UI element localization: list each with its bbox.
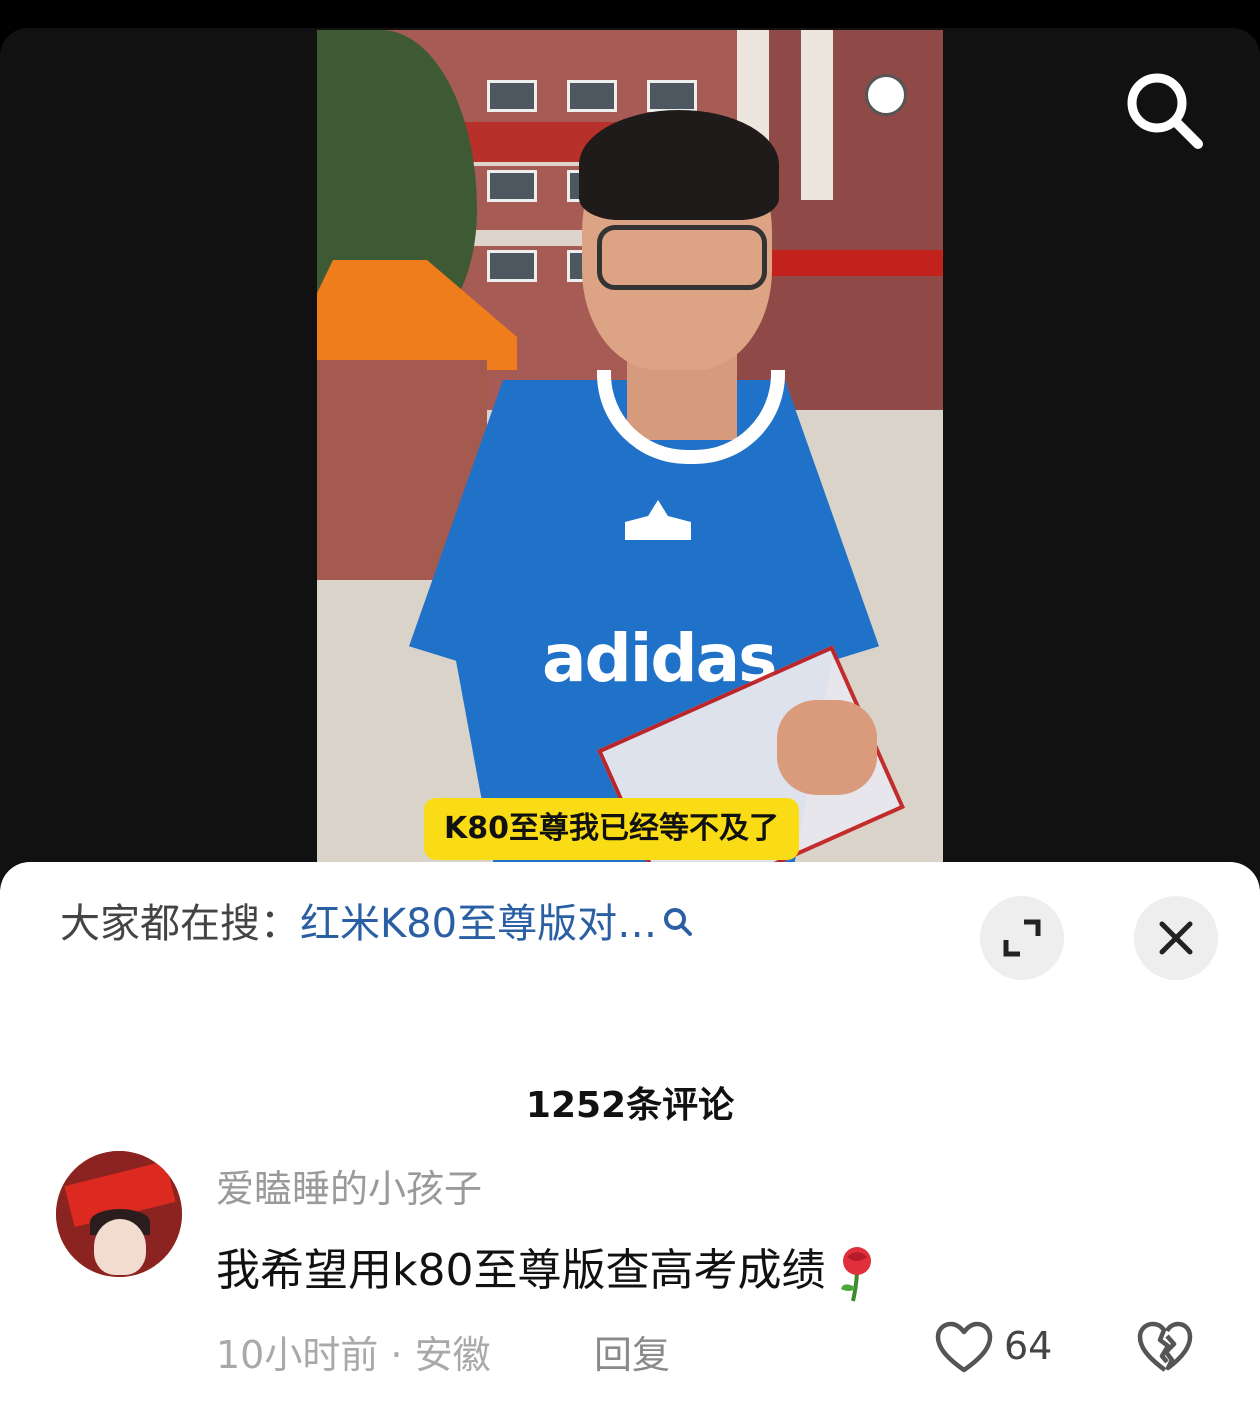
expand-button[interactable] xyxy=(980,896,1064,980)
video-player[interactable]: adidas K80至尊我已经等不及了 xyxy=(0,28,1260,888)
video-frame: adidas K80至尊我已经等不及了 xyxy=(317,30,943,864)
dislike-button[interactable] xyxy=(1136,1320,1194,1376)
broken-heart-icon xyxy=(1137,1321,1193,1372)
hot-search-query[interactable]: 红米K80至尊版对… xyxy=(300,901,657,947)
clock xyxy=(865,74,907,116)
reply-button[interactable]: 回复 xyxy=(594,1324,670,1379)
hot-search-bar[interactable]: 大家都在搜：红米K80至尊版对… xyxy=(60,904,693,944)
close-icon xyxy=(1159,921,1193,955)
video-subtitle: K80至尊我已经等不及了 xyxy=(424,798,799,860)
like-count: 64 xyxy=(1004,1324,1053,1368)
expand-icon xyxy=(1003,919,1041,957)
hot-search-prefix: 大家都在搜： xyxy=(60,901,300,947)
comment-body: 我希望用k80至尊版查高考成绩 xyxy=(216,1245,826,1296)
rose-emoji-icon xyxy=(831,1243,883,1303)
comments-sheet: 大家都在搜：红米K80至尊版对… 1252条评论 爱瞌睡的小孩子 我希望用k80… xyxy=(0,862,1260,1419)
comment-meta: 10小时前 · 安徽 xyxy=(216,1333,491,1377)
close-button[interactable] xyxy=(1134,896,1218,980)
comment-text: 我希望用k80至尊版查高考成绩 xyxy=(216,1234,883,1303)
avatar[interactable] xyxy=(56,1151,182,1277)
comment-username[interactable]: 爱瞌睡的小孩子 xyxy=(216,1158,482,1213)
search-button[interactable] xyxy=(1122,68,1206,152)
like-button[interactable] xyxy=(934,1320,994,1376)
search-icon xyxy=(1127,73,1203,149)
comment-count: 1252条评论 xyxy=(525,1085,735,1126)
heart-icon xyxy=(935,1321,993,1373)
search-icon xyxy=(663,904,693,944)
